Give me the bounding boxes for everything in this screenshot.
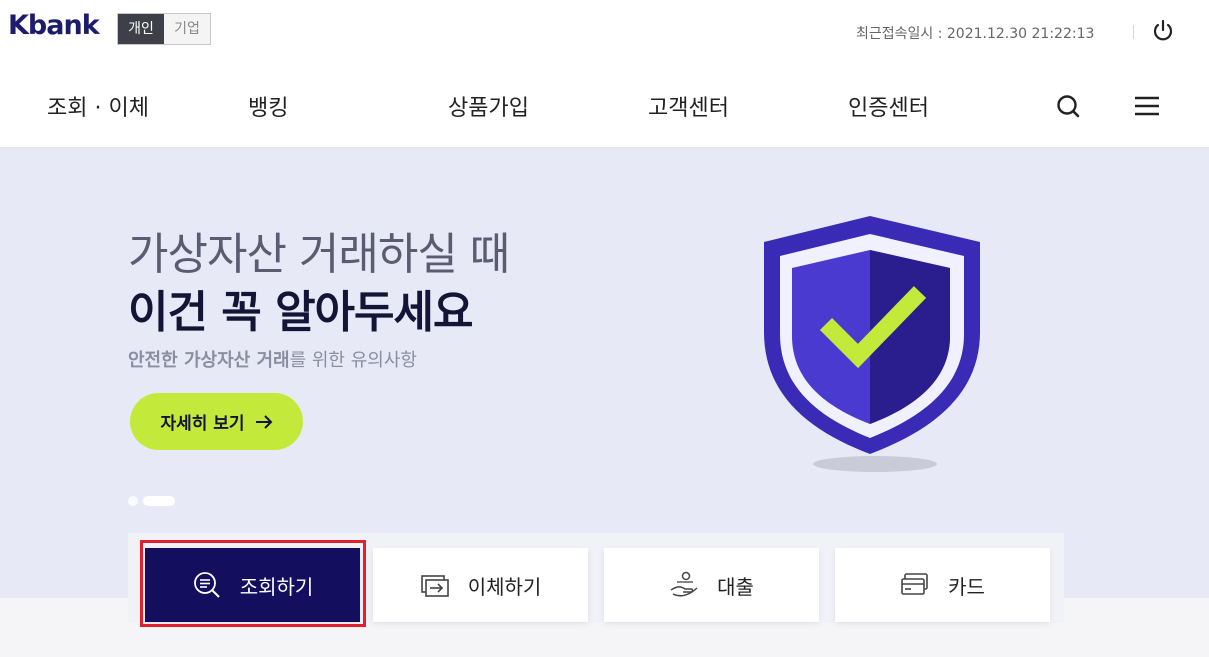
nav-item-banking[interactable]: 뱅킹 xyxy=(248,90,288,122)
search-icon[interactable] xyxy=(1054,92,1082,120)
details-button-label: 자세히 보기 xyxy=(160,414,245,434)
hero-subtitle: 안전한 가상자산 거래를 위한 유의사항 xyxy=(128,346,417,372)
nav-item-products[interactable]: 상품가입 xyxy=(448,90,529,122)
nav-item-auth-center[interactable]: 인증센터 xyxy=(848,90,929,122)
last-login-text: 최근접속일시 : 2021.12.30 21:22:13 xyxy=(856,26,1095,42)
slide-dot-2-active[interactable] xyxy=(143,496,175,506)
slide-dot-1[interactable] xyxy=(128,496,138,506)
quick-card-button[interactable]: 카드 xyxy=(835,548,1050,622)
main-nav: 조회 · 이체 뱅킹 상품가입 고객센터 인증센터 xyxy=(0,64,1209,148)
slide-indicator xyxy=(128,496,175,506)
selection-highlight xyxy=(140,540,366,627)
quick-loan-button[interactable]: 대출 xyxy=(604,548,819,622)
hero-subtitle-rest: 를 위한 유의사항 xyxy=(289,350,417,371)
menu-icon[interactable] xyxy=(1133,92,1161,120)
divider xyxy=(1133,25,1134,39)
hero-headline: 이건 꼭 알아두세요 xyxy=(128,287,473,338)
hero-banner: 가상자산 거래하실 때 이건 꼭 알아두세요 안전한 가상자산 거래를 위한 유… xyxy=(0,148,1209,598)
top-bar: Kbank 개인 기업 최근접속일시 : 2021.12.30 21:22:13 xyxy=(0,0,1209,64)
power-icon[interactable] xyxy=(1150,18,1176,44)
nav-item-customer-center[interactable]: 고객센터 xyxy=(648,90,729,122)
arrow-right-icon xyxy=(255,414,272,429)
hero-title: 가상자산 거래하실 때 xyxy=(128,229,510,280)
kbank-logo[interactable]: Kbank xyxy=(8,10,100,41)
quick-transfer-label: 이체하기 xyxy=(467,574,542,599)
shield-check-icon xyxy=(764,216,980,472)
transfer-icon xyxy=(420,575,449,597)
quick-loan-label: 대출 xyxy=(717,574,754,599)
hero-subtitle-bold: 안전한 가상자산 거래 xyxy=(128,350,290,371)
quick-card-label: 카드 xyxy=(948,574,985,599)
card-icon xyxy=(901,573,928,595)
customer-type-toggle: 개인 기업 xyxy=(117,13,211,45)
details-button[interactable]: 자세히 보기 xyxy=(130,393,303,450)
segment-personal[interactable]: 개인 xyxy=(118,14,164,44)
nav-item-inquiry-transfer[interactable]: 조회 · 이체 xyxy=(47,90,149,122)
quick-transfer-button[interactable]: 이체하기 xyxy=(373,548,588,622)
loan-hand-icon xyxy=(670,571,698,597)
segment-business[interactable]: 기업 xyxy=(164,14,210,44)
